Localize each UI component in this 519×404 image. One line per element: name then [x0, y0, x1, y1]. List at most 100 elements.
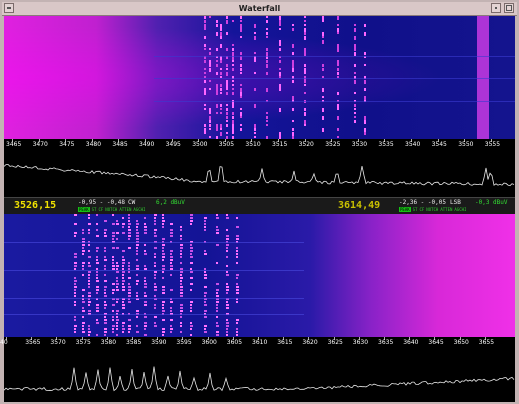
waterfall-signal [220, 72, 222, 75]
waterfall-signal [162, 268, 165, 270]
waterfall-signal [364, 120, 366, 124]
waterfall-signal [266, 124, 268, 126]
waterfall-signal [180, 289, 183, 291]
title-bar[interactable]: Waterfall [2, 2, 517, 16]
waterfall-signal [122, 262, 125, 264]
waterfall-signal [232, 64, 234, 66]
waterfall-signal [209, 124, 211, 127]
indicator-atten-top: ATTEN [119, 207, 132, 212]
waterfall-signal [232, 132, 234, 134]
frequency-readout-bottom[interactable]: 3614,49 [338, 200, 380, 211]
waterfall-signal [240, 68, 242, 71]
waterfall-signal [364, 80, 366, 84]
waterfall-signal [292, 120, 294, 122]
waterfall-signal [216, 92, 218, 95]
waterfall-signal [279, 20, 281, 24]
frequency-readout-top[interactable]: 3526,15 [14, 200, 56, 211]
indicator-cf-top: CF [98, 207, 104, 212]
waterfall-signal [122, 322, 125, 324]
waterfall-signal [88, 277, 90, 279]
waterfall-signal [154, 265, 156, 267]
waterfall-signal [236, 226, 239, 228]
waterfall-signal [266, 28, 268, 30]
waterfall-signal [136, 253, 138, 255]
waterfall-signal [144, 301, 147, 303]
waterfall-signal [204, 60, 206, 63]
waterfall-signal [136, 265, 139, 267]
indicator-notch-top: NOTCH [105, 207, 118, 212]
level-readout-bottom: -0,3 dBuV [475, 199, 508, 206]
waterfall-signal [144, 295, 147, 297]
waterfall-signal [226, 289, 229, 291]
waterfall-signal [304, 32, 306, 35]
waterfall-signal [154, 325, 157, 327]
waterfall-signal [128, 277, 131, 279]
waterfall-signal [354, 36, 356, 40]
waterfall-signal [232, 88, 234, 90]
waterfall-signal [292, 108, 294, 111]
waterfall-signal [226, 271, 228, 273]
mode-readout-top: CW [128, 199, 136, 206]
waterfall-bottom[interactable] [4, 214, 515, 337]
waterfall-signal [122, 268, 124, 270]
waterfall-signal [180, 247, 183, 249]
waterfall-signal [116, 280, 118, 282]
waterfall-signal [136, 283, 138, 285]
waterfall-signal [322, 128, 324, 132]
waterfall-signal [364, 24, 366, 27]
waterfall-signal [209, 68, 211, 72]
waterfall-signal [128, 283, 130, 285]
indicator-notch-bottom: NOTCH [426, 207, 439, 212]
waterfall-signal [116, 277, 118, 279]
waterfall-signal [170, 223, 173, 225]
waterfall-signal [116, 286, 118, 288]
waterfall-signal [116, 283, 119, 285]
waterfall-signal [144, 253, 147, 255]
waterfall-top[interactable] [4, 16, 515, 139]
waterfall-signal [170, 307, 172, 309]
waterfall-signal [88, 325, 90, 327]
waterfall-signal [226, 238, 229, 240]
waterfall-signal [226, 124, 228, 127]
waterfall-signal [204, 80, 206, 83]
waterfall-signal [162, 247, 164, 249]
waterfall-signal [122, 259, 125, 261]
waterfall-signal [226, 322, 229, 324]
waterfall-signal [116, 232, 119, 234]
waterfall-top-signals [154, 16, 515, 139]
waterfall-signal [104, 307, 106, 309]
waterfall-signal [162, 250, 164, 252]
scale-top-tick-label: 3555 [484, 141, 501, 148]
waterfall-signal [236, 262, 238, 264]
waterfall-signal [232, 84, 234, 86]
waterfall-signal [170, 325, 172, 327]
waterfall-signal [122, 289, 125, 291]
scale-bottom-tick-label: 3650 [453, 339, 469, 346]
spectrum-bottom[interactable] [4, 349, 515, 402]
maximize-button[interactable] [504, 3, 514, 13]
waterfall-signal [96, 304, 99, 306]
waterfall-signal [232, 20, 234, 22]
waterfall-signal [88, 265, 91, 267]
waterfall-signal [88, 250, 90, 252]
waterfall-signal [226, 325, 229, 327]
waterfall-signal [180, 274, 182, 276]
waterfall-signal [216, 124, 218, 128]
scale-bottom-tick-label: 40 [0, 339, 8, 346]
minimize-button[interactable] [491, 3, 501, 13]
waterfall-signal [112, 283, 115, 285]
waterfall-signal [128, 220, 130, 222]
indicator-peak-bottom: PEAK [399, 207, 411, 212]
waterfall-signal [204, 271, 206, 273]
waterfall-signal [88, 256, 91, 258]
waterfall-signal [226, 108, 228, 111]
waterfall-signal [190, 262, 193, 264]
scale-bottom-tick-label: 3645 [428, 339, 444, 346]
waterfall-signal [204, 48, 206, 50]
waterfall-signal [116, 271, 119, 273]
waterfall-signal [96, 289, 99, 291]
waterfall-signal [209, 136, 211, 138]
waterfall-signal [128, 271, 130, 273]
waterfall-signal [304, 36, 306, 40]
spectrum-top[interactable] [4, 151, 515, 197]
